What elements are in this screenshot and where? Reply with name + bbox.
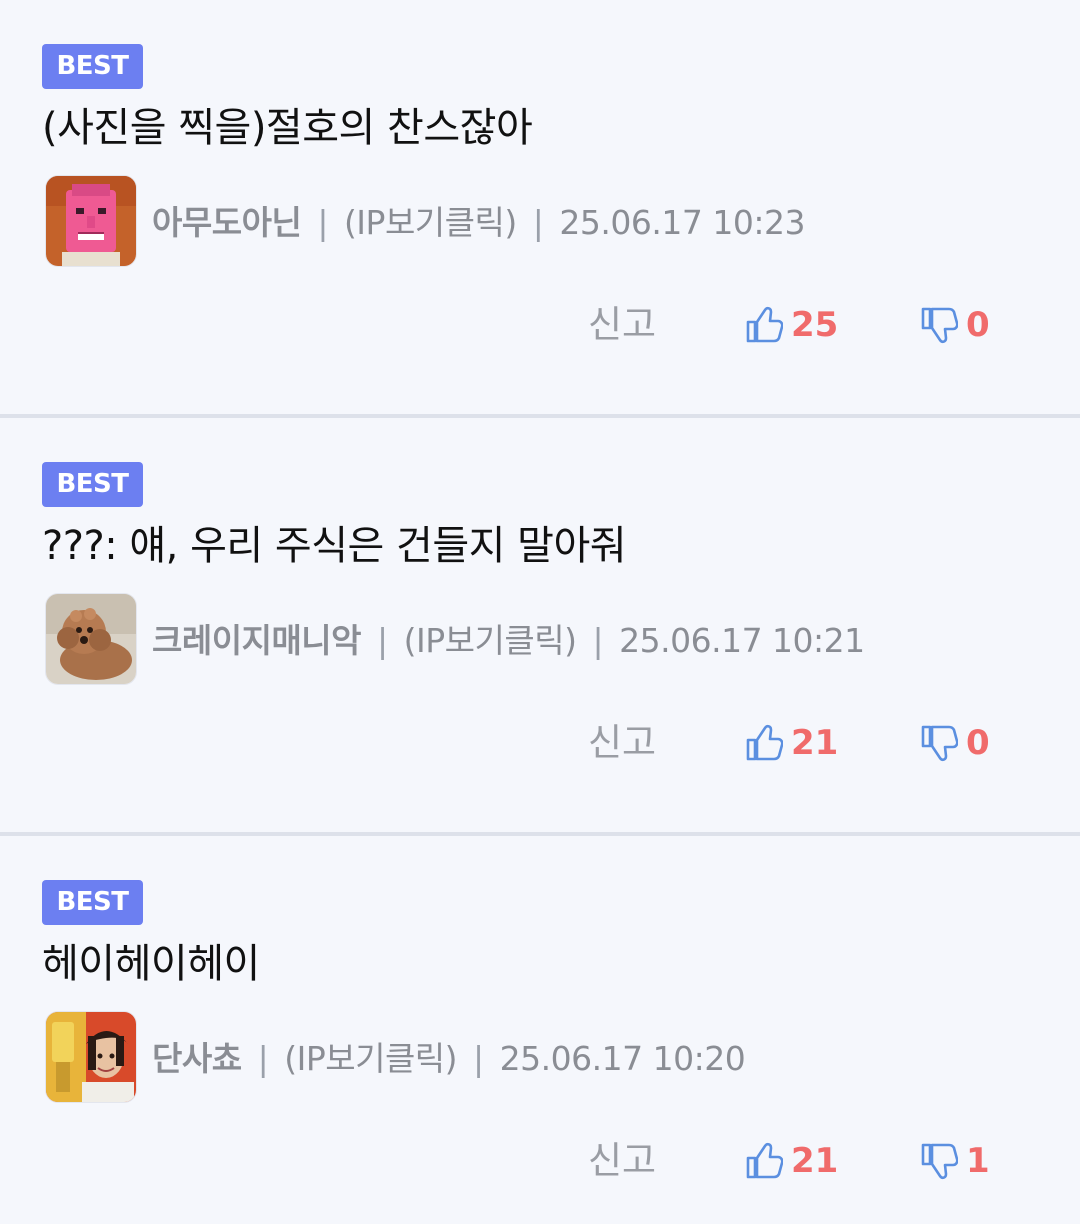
comment-text: (사진을 찍을)절호의 찬스잖아 xyxy=(42,105,533,151)
comment-item: BEST 헤이헤이헤이 단사쵸 | (IP보기클릭) | 25.06.17 10… xyxy=(0,836,1080,1224)
person-photo-avatar-icon xyxy=(46,1012,136,1102)
report-button[interactable]: 신고 xyxy=(588,1136,656,1186)
thumbs-down-icon xyxy=(920,723,958,763)
author-name[interactable]: 크레이지매니악 xyxy=(152,621,362,660)
timestamp: 25.06.17 10:21 xyxy=(619,621,865,660)
dislike-count: 0 xyxy=(966,305,990,345)
poodle-avatar-icon xyxy=(46,594,136,684)
like-count: 21 xyxy=(791,723,839,763)
dislike-button[interactable]: 1 xyxy=(920,1138,990,1184)
author-name[interactable]: 단사쵸 xyxy=(152,1039,242,1078)
like-button[interactable]: 21 xyxy=(745,1138,838,1184)
comment-list: BEST (사진을 찍을)절호의 찬스잖아 아무도아닌 | (IP보기클릭) |… xyxy=(0,0,1080,1224)
dislike-button[interactable]: 0 xyxy=(920,302,990,348)
comment-item: BEST (사진을 찍을)절호의 찬스잖아 아무도아닌 | (IP보기클릭) |… xyxy=(0,0,1080,418)
meta-separator: | xyxy=(592,621,604,660)
thumbs-down-icon xyxy=(920,1141,958,1181)
dislike-button[interactable]: 0 xyxy=(920,720,990,766)
meta-separator: | xyxy=(377,621,388,660)
ip-view-link[interactable]: (IP보기클릭) xyxy=(284,1039,457,1078)
dislike-count: 0 xyxy=(966,723,990,763)
comment-text: ???: 얘, 우리 주식은 건들지 말아줘 xyxy=(42,523,627,569)
thumbs-up-icon xyxy=(745,305,783,345)
like-count: 21 xyxy=(791,1141,839,1181)
meta-separator: | xyxy=(317,203,328,242)
ip-view-link[interactable]: (IP보기클릭) xyxy=(404,621,577,660)
pink-face-avatar-icon xyxy=(46,176,136,266)
comment-meta: 단사쵸 | (IP보기클릭) | 25.06.17 10:20 xyxy=(152,1036,746,1082)
timestamp: 25.06.17 10:20 xyxy=(499,1039,746,1078)
thumbs-up-icon xyxy=(745,723,783,763)
timestamp: 25.06.17 10:23 xyxy=(559,203,805,242)
best-badge: BEST xyxy=(42,462,143,507)
like-button[interactable]: 21 xyxy=(745,720,838,766)
meta-separator: | xyxy=(532,203,544,242)
comment-meta: 크레이지매니악 | (IP보기클릭) | 25.06.17 10:21 xyxy=(152,618,865,664)
avatar[interactable] xyxy=(46,176,136,266)
thumbs-up-icon xyxy=(745,1141,783,1181)
author-name[interactable]: 아무도아닌 xyxy=(152,203,302,242)
meta-separator: | xyxy=(473,1039,484,1078)
best-badge: BEST xyxy=(42,44,143,89)
comment-item: BEST ???: 얘, 우리 주식은 건들지 말아줘 크레이지매니악 | (I… xyxy=(0,418,1080,836)
ip-view-link[interactable]: (IP보기클릭) xyxy=(344,203,517,242)
dislike-count: 1 xyxy=(966,1141,990,1181)
report-button[interactable]: 신고 xyxy=(588,300,656,350)
meta-separator: | xyxy=(257,1039,269,1078)
avatar[interactable] xyxy=(46,594,136,684)
report-button[interactable]: 신고 xyxy=(588,718,656,768)
thumbs-down-icon xyxy=(920,305,958,345)
best-badge: BEST xyxy=(42,880,143,925)
comment-text: 헤이헤이헤이 xyxy=(42,941,260,987)
like-button[interactable]: 25 xyxy=(745,302,838,348)
like-count: 25 xyxy=(791,305,839,345)
avatar[interactable] xyxy=(46,1012,136,1102)
comment-meta: 아무도아닌 | (IP보기클릭) | 25.06.17 10:23 xyxy=(152,200,805,246)
